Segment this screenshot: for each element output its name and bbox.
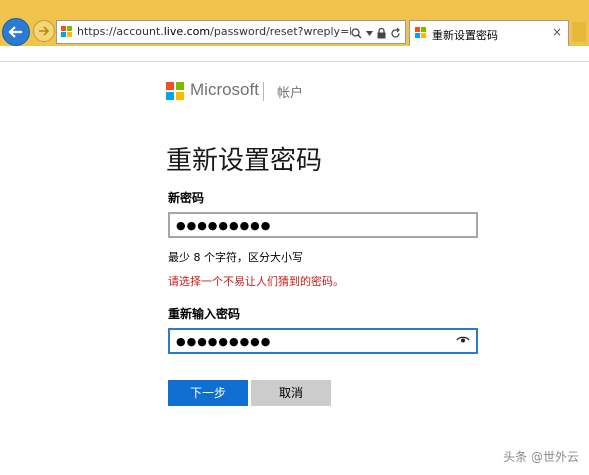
address-icons [351,25,401,41]
error-message: 请选择一个不易让人们猜到的密码。 [168,275,344,288]
chrome-strip [0,46,589,52]
url-domain: live.com [163,25,211,38]
browser-tab[interactable]: 重新设置密码 × [409,20,569,46]
next-button[interactable]: 下一步 [168,380,248,406]
page-title: 重新设置密码 [166,146,323,176]
watermark: 头条 @世外云 [503,450,579,464]
arrow-left-icon [8,26,22,38]
new-password-label: 新密码 [168,191,205,205]
url-text[interactable]: https://account.live.com/password/reset?… [77,25,351,38]
brand-divider [263,82,264,101]
microsoft-logo-icon [166,82,184,100]
chrome-divider [0,61,589,62]
search-icon[interactable] [351,27,362,39]
cancel-button[interactable]: 取消 [251,380,331,406]
brand-subtitle: 帐户 [277,86,304,101]
new-tab-button[interactable] [572,22,586,42]
brand-name: Microsoft [190,80,259,99]
password-hint: 最少 8 个字符，区分大小写 [168,251,303,264]
microsoft-favicon-icon [61,26,73,38]
new-password-field[interactable] [168,212,478,238]
forward-button[interactable] [33,20,55,42]
lock-icon[interactable] [377,27,386,39]
dropdown-arrow-icon[interactable] [366,30,373,36]
url-path: /password/reset?wreply=https://log [210,25,351,38]
confirm-password-label: 重新输入密码 [168,307,241,321]
tab-title: 重新设置密码 [432,29,498,42]
refresh-icon[interactable] [390,27,401,39]
arrow-right-icon [39,26,50,36]
close-icon[interactable]: × [552,25,562,39]
confirm-password-field[interactable] [168,328,478,354]
url-prefix: https://account. [77,25,164,38]
tab-favicon-icon [415,27,427,39]
eye-icon[interactable] [456,335,470,345]
address-bar[interactable]: https://account.live.com/password/reset?… [56,20,406,44]
back-button[interactable] [2,18,30,46]
